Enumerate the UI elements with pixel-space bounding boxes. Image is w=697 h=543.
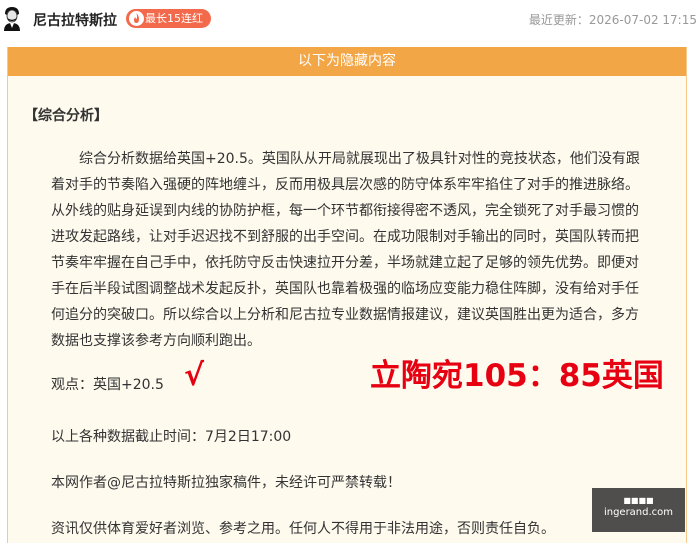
watermark-domain: ingerand.com [603, 507, 674, 518]
check-mark: √ [184, 358, 205, 393]
opinion-text: 观点：英国+20.5 [51, 377, 164, 393]
avatar-portrait-icon [2, 5, 22, 31]
analysis-paragraph: 综合分析数据给英国+20.5。英国队从开局就展现出了极具针对性的竞技状态，他们没… [51, 151, 640, 349]
last-updated: 最近更新：2026-07-02 17:15 [528, 13, 697, 27]
section-title: 【综合分析】 [24, 108, 108, 124]
streak-badge: 最长15连红 [126, 9, 211, 28]
copyright-notice: 本网作者@尼古拉特斯拉独家稿件，未经许可严禁转载！ [51, 475, 401, 491]
hidden-content-box: 以下为隐藏内容 【综合分析】 综合分析数据给英国+20.5。英国队从开局就展现出… [7, 47, 687, 543]
post-header: 尼古拉特斯拉 最长15连红 最近更新：2026-07-02 17:15 [0, 0, 697, 40]
flame-icon [129, 11, 144, 26]
streak-label: 最长15连红 [145, 12, 203, 25]
site-watermark: ■■■■ ingerand.com [592, 488, 685, 532]
watermark-top: ■■■■ [623, 496, 654, 505]
author-name[interactable]: 尼古拉特斯拉 [33, 10, 117, 30]
final-score: 立陶宛105：85英国 [370, 358, 664, 394]
disclaimer-notice: 资讯仅供体育爱好者浏览、参考之用。任何人不得用于非法用途，否则责任自负。 [51, 521, 555, 537]
hidden-content-bar: 以下为隐藏内容 [8, 47, 686, 76]
author-avatar[interactable] [2, 5, 22, 31]
data-deadline: 以上各种数据截止时间：7月2日17:00 [51, 429, 292, 445]
